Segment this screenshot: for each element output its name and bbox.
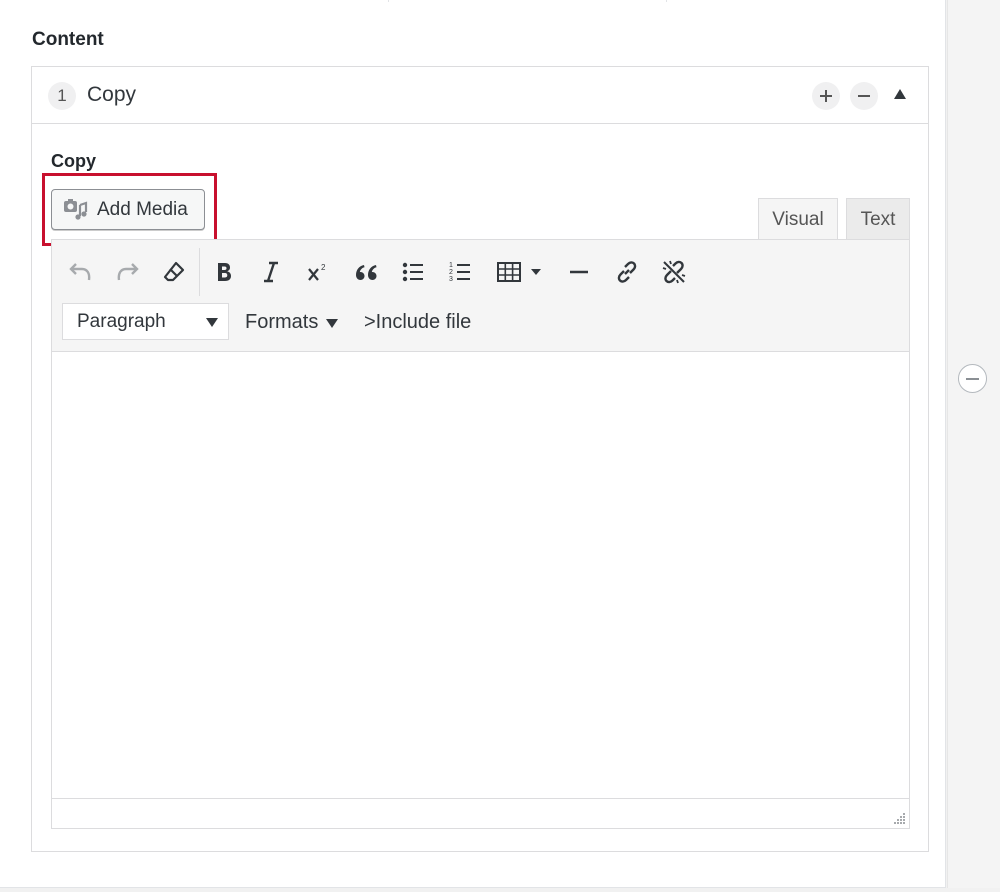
italic-icon — [264, 261, 278, 283]
tab-visual[interactable]: Visual — [758, 198, 838, 241]
formats-menu-button[interactable]: Formats — [245, 304, 339, 340]
add-media-button[interactable]: Add Media — [51, 189, 205, 230]
redo-icon — [117, 263, 139, 281]
italic-button[interactable] — [253, 254, 289, 290]
editor-content-area[interactable] — [52, 352, 909, 798]
add-media-label: Add Media — [97, 198, 188, 220]
editor-toolbar: 2 123 Paragraph Formats >Include file — [52, 240, 909, 352]
include-file-button[interactable]: >Include file — [364, 304, 471, 340]
repeater-field: 1 Copy Copy Add Media Visual Text 2 1 2 … — [31, 66, 929, 852]
minus-icon — [858, 95, 870, 97]
repeater-row-handle[interactable]: 1 Copy — [32, 67, 928, 124]
numbered-list-icon: 123 — [449, 262, 470, 283]
remove-link-button[interactable] — [656, 254, 692, 290]
row-title: Copy — [87, 83, 137, 106]
svg-text:3: 3 — [449, 276, 453, 283]
svg-text:1: 1 — [449, 262, 453, 269]
media-icon — [64, 198, 88, 220]
formats-menu-label: Formats — [245, 310, 319, 333]
wysiwyg-editor: 2 123 Paragraph Formats >Include file — [51, 239, 910, 829]
undo-icon — [69, 263, 91, 281]
svg-text:2: 2 — [449, 269, 453, 276]
table-icon — [497, 262, 541, 282]
clear-formatting-button[interactable] — [156, 254, 192, 290]
row-index-badge: 1 — [48, 82, 76, 110]
unlink-icon — [662, 260, 686, 284]
dropdown-arrow-icon — [326, 318, 339, 328]
horizontal-line-icon — [570, 270, 588, 274]
format-select-dropdown[interactable]: Paragraph — [62, 303, 229, 340]
blockquote-icon — [356, 265, 377, 280]
collapse-row-toggle-icon[interactable] — [894, 89, 906, 99]
tab-text[interactable]: Text — [846, 198, 910, 240]
field-label-content: Content — [32, 29, 104, 50]
add-row-button[interactable] — [812, 82, 840, 110]
superscript-icon: 2 — [308, 263, 326, 281]
top-dividers — [0, 0, 946, 2]
undo-button[interactable] — [63, 254, 99, 290]
remove-field-button[interactable] — [958, 364, 987, 393]
remove-row-button[interactable] — [850, 82, 878, 110]
svg-text:2: 2 — [321, 263, 326, 272]
numbered-list-button[interactable]: 123 — [442, 254, 478, 290]
editor-statusbar — [52, 798, 909, 828]
superscript-button[interactable]: 2 — [300, 254, 336, 290]
subfield-label-copy: Copy — [51, 151, 96, 171]
bulleted-list-button[interactable] — [395, 254, 431, 290]
redo-button[interactable] — [109, 254, 145, 290]
content-panel: Content 1 Copy Copy Add Media Visual Tex… — [0, 0, 946, 888]
clear-formatting-icon — [163, 261, 185, 282]
format-select-value: Paragraph — [77, 310, 166, 332]
link-icon — [617, 261, 637, 283]
toolbar-separator — [199, 248, 200, 296]
bold-icon — [218, 263, 231, 281]
blockquote-button[interactable] — [348, 254, 384, 290]
right-gutter — [947, 0, 1000, 888]
minus-icon — [966, 377, 979, 380]
resize-handle-icon[interactable] — [892, 811, 906, 825]
bold-button[interactable] — [206, 254, 242, 290]
table-button[interactable] — [492, 254, 550, 290]
dropdown-arrow-icon — [206, 318, 218, 327]
horizontal-line-button[interactable] — [561, 254, 597, 290]
insert-link-button[interactable] — [609, 254, 645, 290]
bulleted-list-icon — [402, 262, 423, 282]
